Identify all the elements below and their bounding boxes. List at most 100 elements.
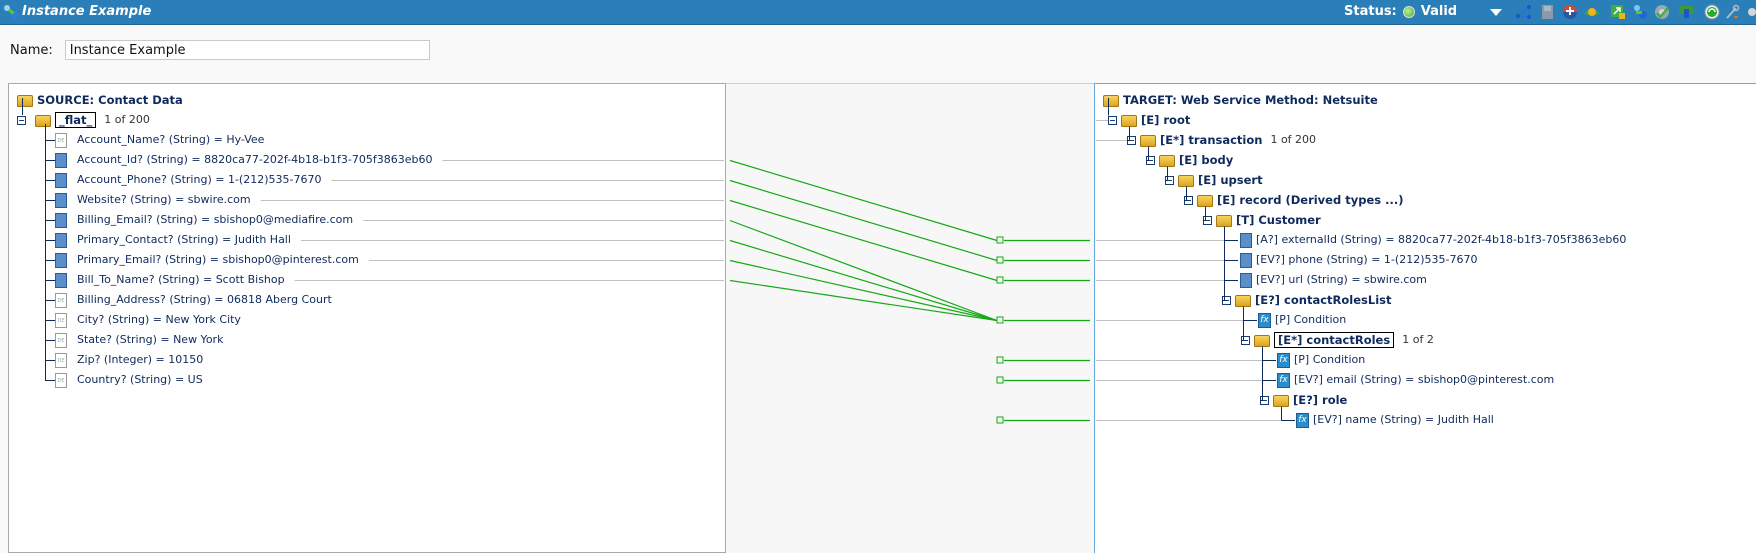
- source-field[interactable]: Website? (String) = sbwire.com: [53, 190, 251, 210]
- mapped-field-icon: [55, 272, 67, 288]
- folder-icon: [1273, 395, 1289, 407]
- dropdown-arrow-icon[interactable]: [1490, 9, 1502, 16]
- target-node[interactable]: [E] root: [1108, 110, 1190, 130]
- target-node[interactable]: [A?] externalId (String) = 8820ca77-202f…: [1238, 230, 1626, 250]
- name-input[interactable]: [64, 40, 430, 60]
- wrench-icon[interactable]: [1724, 4, 1740, 20]
- target-node-label: [P] Condition: [1275, 313, 1347, 326]
- target-node-label: [E*] transaction: [1160, 133, 1263, 147]
- source-field[interactable]: DE Zip? (Integer) = 10150: [53, 350, 203, 370]
- mapped-field-icon: [1240, 252, 1252, 268]
- target-node[interactable]: fx [EV?] email (String) = sbishop0@pinter…: [1276, 370, 1554, 390]
- target-node[interactable]: fx [P] Condition: [1257, 310, 1346, 330]
- target-node-label: [E] body: [1179, 153, 1234, 167]
- collapse-icon[interactable]: [1165, 175, 1174, 185]
- source-field[interactable]: DE Country? (String) = US: [53, 370, 203, 390]
- source-field-label: Bill_To_Name? (String) = Scott Bishop: [77, 273, 285, 286]
- export-icon[interactable]: [1610, 4, 1626, 20]
- source-group-flat[interactable]: _flat_ 1 of 200: [17, 110, 150, 130]
- folder-icon: [1159, 155, 1175, 167]
- folder-icon: [17, 95, 33, 107]
- collapse-icon[interactable]: [17, 115, 26, 125]
- group-label: _flat_: [55, 112, 97, 128]
- folder-icon: [35, 115, 51, 127]
- folder-icon: [1197, 195, 1213, 207]
- unmapped-field-icon: DE: [55, 372, 67, 388]
- collapse-icon[interactable]: [1260, 395, 1269, 405]
- target-node[interactable]: [E?] role: [1260, 390, 1347, 410]
- unmapped-field-icon: DE: [55, 292, 67, 308]
- mapped-field-icon: [55, 152, 67, 168]
- target-node-label: [A?] externalId (String) = 8820ca77-202f…: [1256, 233, 1627, 246]
- source-field-label: State? (String) = New York: [77, 333, 224, 346]
- target-node-label: [EV?] url (String) = sbwire.com: [1256, 273, 1427, 286]
- source-field[interactable]: Account_Phone? (String) = 1-(212)535-767…: [53, 170, 321, 190]
- mapped-field-icon: [55, 212, 67, 228]
- target-node-label: [E?] contactRolesList: [1255, 293, 1392, 307]
- target-node[interactable]: [EV?] phone (String) = 1-(212)535-7670: [1238, 250, 1477, 270]
- source-field[interactable]: DE Billing_Address? (String) = 06818 Aber…: [53, 290, 332, 310]
- folder-icon: [1254, 335, 1270, 347]
- source-field[interactable]: DE State? (String) = New York: [53, 330, 223, 350]
- target-node[interactable]: [T] Customer: [1203, 210, 1321, 230]
- target-node[interactable]: [E] upsert: [1165, 170, 1263, 190]
- title-bar: Instance Example Status: Valid: [0, 0, 1756, 25]
- refresh-icon[interactable]: [1704, 4, 1720, 20]
- source-field-label: Zip? (Integer) = 10150: [77, 353, 204, 366]
- target-node[interactable]: [E] record (Derived types ...): [1184, 190, 1403, 210]
- app-logo-icon: [4, 5, 18, 19]
- collapse-icon[interactable]: [1127, 135, 1136, 145]
- target-node[interactable]: [EV?] url (String) = sbwire.com: [1238, 270, 1427, 290]
- target-node[interactable]: [E*] contactRoles 1 of 2: [1241, 330, 1434, 350]
- source-field[interactable]: DE Account_Name? (String) = Hy-Vee: [53, 130, 264, 150]
- save-icon[interactable]: [1540, 4, 1556, 20]
- user-icon[interactable]: [1632, 4, 1648, 20]
- name-field-row: Name:: [10, 40, 430, 60]
- target-node[interactable]: fx [EV?] name (String) = Judith Hall: [1295, 410, 1494, 430]
- function-icon: fx: [1296, 412, 1309, 428]
- source-field-label: Primary_Contact? (String) = Judith Hall: [77, 233, 291, 246]
- folder-icon: [1103, 95, 1119, 107]
- source-field[interactable]: DE City? (String) = New York City: [53, 310, 241, 330]
- source-field-label: City? (String) = New York City: [77, 313, 241, 326]
- unmapped-field-icon: DE: [55, 352, 67, 368]
- source-field[interactable]: Account_Id? (String) = 8820ca77-202f-4b1…: [53, 150, 432, 170]
- group-count: 1 of 200: [104, 113, 150, 126]
- status-label: Status:: [1344, 4, 1397, 19]
- source-field[interactable]: Primary_Email? (String) = sbishop0@pinte…: [53, 250, 359, 270]
- diagram-icon[interactable]: [1516, 4, 1532, 20]
- planet-icon[interactable]: [1584, 4, 1600, 20]
- collapse-icon[interactable]: [1146, 155, 1155, 165]
- collapse-icon[interactable]: [1203, 215, 1212, 225]
- source-root[interactable]: SOURCE: Contact Data: [17, 90, 183, 110]
- status-valid-icon: [1402, 5, 1415, 18]
- collapse-icon[interactable]: [1184, 195, 1193, 205]
- target-node-label: [T] Customer: [1236, 213, 1321, 227]
- collapse-icon[interactable]: [1222, 295, 1231, 305]
- folder-icon: [1235, 295, 1251, 307]
- target-node-label: [EV?] phone (String) = 1-(212)535-7670: [1256, 253, 1478, 266]
- source-field[interactable]: Primary_Contact? (String) = Judith Hall: [53, 230, 291, 250]
- collapse-icon[interactable]: [1241, 335, 1250, 345]
- source-field-label: Account_Phone? (String) = 1-(212)535-767…: [77, 173, 322, 186]
- mapped-field-icon: [55, 252, 67, 268]
- check-disc-icon[interactable]: [1654, 4, 1670, 20]
- target-node[interactable]: [E*] transaction 1 of 200: [1127, 130, 1316, 150]
- target-node-label: [E] upsert: [1198, 173, 1263, 187]
- mapped-field-icon: [55, 232, 67, 248]
- target-node[interactable]: [E] body: [1146, 150, 1233, 170]
- source-field[interactable]: Bill_To_Name? (String) = Scott Bishop: [53, 270, 285, 290]
- target-node[interactable]: [E?] contactRolesList: [1222, 290, 1391, 310]
- mapped-field-icon: [1240, 272, 1252, 288]
- network-icon[interactable]: [1678, 4, 1694, 20]
- overflow-icon[interactable]: [1746, 4, 1756, 20]
- source-field[interactable]: Billing_Email? (String) = sbishop0@media…: [53, 210, 353, 230]
- unmapped-field-icon: DE: [55, 312, 67, 328]
- target-node[interactable]: fx [P] Condition: [1276, 350, 1365, 370]
- function-icon: fx: [1277, 372, 1290, 388]
- life-ring-icon[interactable]: [1562, 4, 1578, 20]
- function-icon: fx: [1277, 352, 1290, 368]
- collapse-icon[interactable]: [1108, 115, 1117, 125]
- folder-icon: [1121, 115, 1137, 127]
- target-root[interactable]: TARGET: Web Service Method: Netsuite: [1103, 90, 1378, 110]
